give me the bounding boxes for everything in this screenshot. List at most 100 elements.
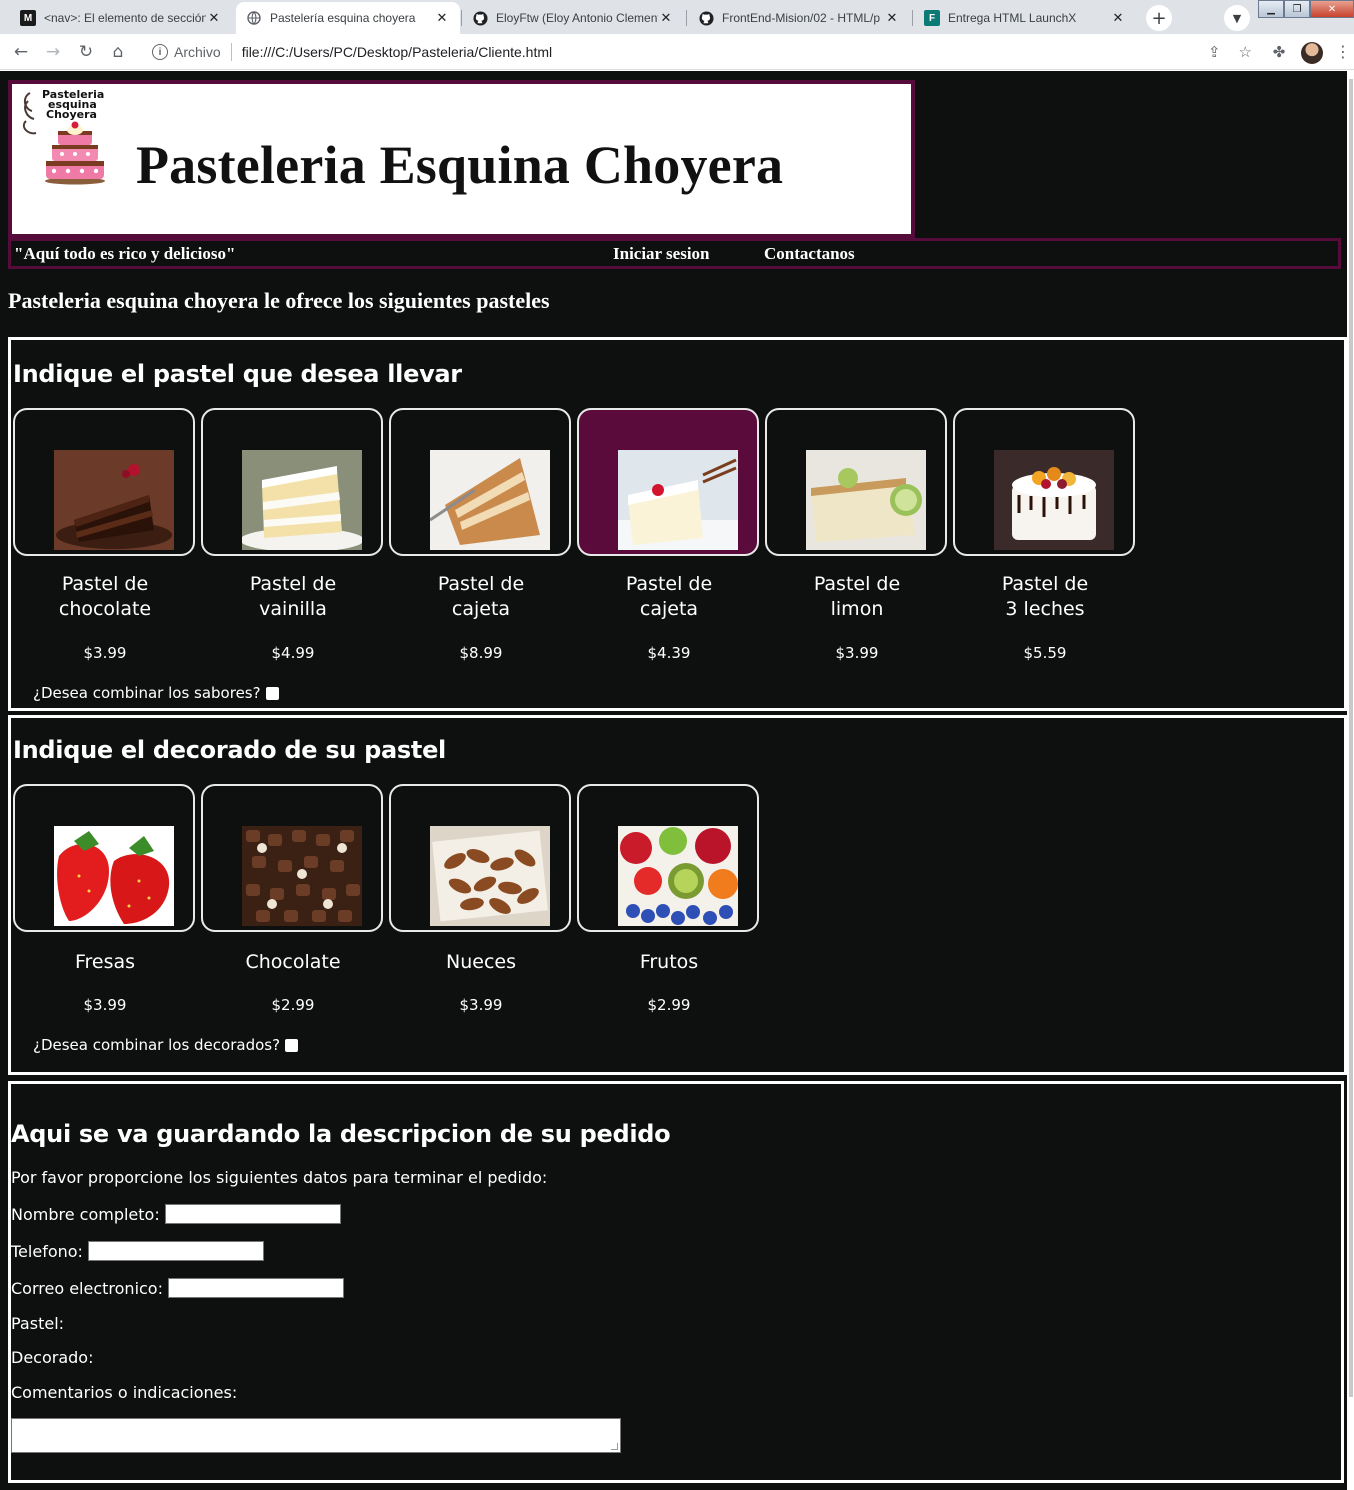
site-header: Pasteleria esquina Choyera Pasteleria Es…	[8, 80, 915, 238]
decoration-name: Fresas	[74, 951, 136, 973]
combine-decorations-checkbox[interactable]	[285, 1038, 299, 1052]
cake-price: $5.59	[1023, 644, 1067, 662]
nav-link-contact[interactable]: Contactanos	[764, 244, 855, 264]
address-bar[interactable]: i Archivo file:///C:/Users/PC/Desktop/Pa…	[140, 38, 1260, 66]
minimize-icon[interactable]: ▁	[1258, 0, 1284, 18]
cake-name: Pastel de chocolate	[11, 572, 199, 622]
cake-price: $3.99	[83, 644, 127, 662]
cake-card-image-frame[interactable]	[389, 408, 571, 556]
cake-name-line: Pastel de	[61, 573, 149, 595]
page-content: Pasteleria esquina Choyera Pasteleria Es…	[0, 71, 1354, 1490]
decoration-name: Frutos	[639, 951, 699, 973]
cake-name-line: limon	[830, 598, 884, 620]
full-name-label: Nombre completo:	[11, 1204, 160, 1224]
forward-arrow-icon[interactable]: →	[41, 40, 65, 64]
restore-icon[interactable]: ❐	[1284, 0, 1310, 18]
bookmark-star-icon[interactable]: ☆	[1239, 43, 1252, 61]
decoration-grid: Fresas $3.99 Chocolate $2.99 Nueces $3.9…	[11, 784, 811, 1044]
info-icon[interactable]: i	[152, 44, 168, 60]
tab-title: FrontEnd-Mision/02 - HTML/p	[722, 11, 881, 25]
cake-name: Pastel de limon	[763, 572, 951, 622]
cake-price: $3.99	[835, 644, 879, 662]
email-row: Correo electronico:	[11, 1278, 344, 1298]
close-icon[interactable]: ✕	[434, 10, 450, 26]
browser-tab-active[interactable]: Pastelería esquina choyera ✕	[236, 2, 460, 34]
cake-name-line: vainilla	[259, 598, 327, 620]
decoration-name: Nueces	[446, 951, 516, 973]
combine-flavors-checkbox[interactable]	[265, 686, 279, 700]
cake-name-line: Pastel de	[1001, 573, 1089, 595]
cake-name: Pastel de cajeta	[387, 572, 575, 622]
cake-name-line: Pastel de	[249, 573, 337, 595]
close-icon[interactable]: ✕	[1110, 10, 1126, 26]
decoration-card-image-frame[interactable]	[13, 784, 195, 932]
cake-grid: Pastel de chocolate $3.99 Pastel de vain…	[11, 408, 1341, 708]
cake-selection-section: Indique el pastel que desea llevar Paste…	[8, 337, 1347, 711]
chevron-down-icon[interactable]: ▼	[1224, 5, 1250, 31]
phone-label: Telefono:	[11, 1241, 83, 1261]
mdn-icon: M	[20, 10, 36, 26]
combine-flavors-label: ¿Desea combinar los sabores?	[33, 684, 261, 702]
nav-link-login[interactable]: Iniciar sesion	[613, 244, 710, 264]
close-window-icon[interactable]: ✕	[1310, 0, 1354, 18]
cake-name-line: cajeta	[639, 598, 699, 620]
cake-card-image-frame[interactable]	[577, 408, 759, 556]
profile-avatar[interactable]	[1301, 42, 1323, 64]
close-icon[interactable]: ✕	[884, 10, 900, 26]
tab-divider	[912, 10, 913, 26]
strawberries-image	[54, 826, 174, 926]
menu-kebab-icon[interactable]: ⋮	[1335, 42, 1351, 61]
decoration-selection-section: Indique el decorado de su pastel Fresas …	[8, 715, 1347, 1075]
cake-card-image-frame[interactable]	[953, 408, 1135, 556]
lime-cake-image	[806, 450, 926, 550]
chocolates-image	[242, 826, 362, 926]
cake-name-line: chocolate	[58, 598, 152, 620]
cake-card-image-frame[interactable]	[13, 408, 195, 556]
browser-tab[interactable]: M <nav>: El elemento de sección ✕	[10, 2, 232, 34]
reload-icon[interactable]: ↻	[74, 40, 98, 64]
cake-card-image-frame[interactable]	[765, 408, 947, 556]
cajeta-cake-image	[430, 450, 550, 550]
browser-tab[interactable]: FrontEnd-Mision/02 - HTML/p ✕	[688, 2, 910, 34]
home-icon[interactable]: ⌂	[106, 40, 130, 64]
scheme-label: Archivo	[174, 44, 221, 60]
cake-name-line: 3 leches	[1005, 598, 1085, 620]
close-icon[interactable]: ✕	[206, 10, 222, 26]
scrollbar-thumb[interactable]	[1349, 79, 1353, 1397]
cake-name-line: Pastel de	[625, 573, 713, 595]
decoration-price: $3.99	[83, 996, 127, 1014]
browser-tab[interactable]: EloyFtw (Eloy Antonio Clement ✕	[462, 2, 684, 34]
cajeta-cake-image	[618, 450, 738, 550]
decoration-card-image-frame[interactable]	[201, 784, 383, 932]
comments-label: Comentarios o indicaciones:	[11, 1383, 238, 1402]
extensions-puzzle-icon[interactable]: ✤	[1269, 42, 1289, 62]
full-name-input[interactable]	[164, 1204, 341, 1224]
logo-word: Choyera	[46, 108, 97, 121]
github-icon	[472, 10, 488, 26]
fruits-image	[618, 826, 738, 926]
tres-leches-cake-image	[994, 450, 1114, 550]
cake-name: Pastel de cajeta	[575, 572, 763, 622]
section-title: Indique el decorado de su pastel	[13, 736, 446, 764]
share-icon[interactable]: ⇪	[1208, 43, 1221, 61]
email-input[interactable]	[167, 1278, 344, 1298]
back-arrow-icon[interactable]: ←	[9, 40, 33, 64]
browser-toolbar: ← → ↻ ⌂ i Archivo file:///C:/Users/PC/De…	[0, 34, 1354, 70]
cake-price: $4.99	[271, 644, 315, 662]
cake-price: $8.99	[459, 644, 503, 662]
vanilla-cake-image	[242, 450, 362, 550]
omnibox-actions: ⇪ ☆	[1208, 43, 1260, 61]
order-summary-section: Aqui se va guardando la descripcion de s…	[8, 1081, 1344, 1483]
cake-price: $4.39	[647, 644, 691, 662]
close-icon[interactable]: ✕	[658, 10, 674, 26]
github-icon	[698, 10, 714, 26]
cake-card-image-frame[interactable]	[201, 408, 383, 556]
new-tab-icon[interactable]: +	[1146, 5, 1172, 31]
browser-tab[interactable]: F Entrega HTML LaunchX ✕	[914, 2, 1136, 34]
email-label: Correo electronico:	[11, 1278, 163, 1298]
decoration-card-image-frame[interactable]	[577, 784, 759, 932]
cake-name-line: cajeta	[451, 598, 511, 620]
phone-input[interactable]	[87, 1241, 264, 1261]
decoration-card-image-frame[interactable]	[389, 784, 571, 932]
comments-textarea[interactable]	[11, 1418, 621, 1453]
